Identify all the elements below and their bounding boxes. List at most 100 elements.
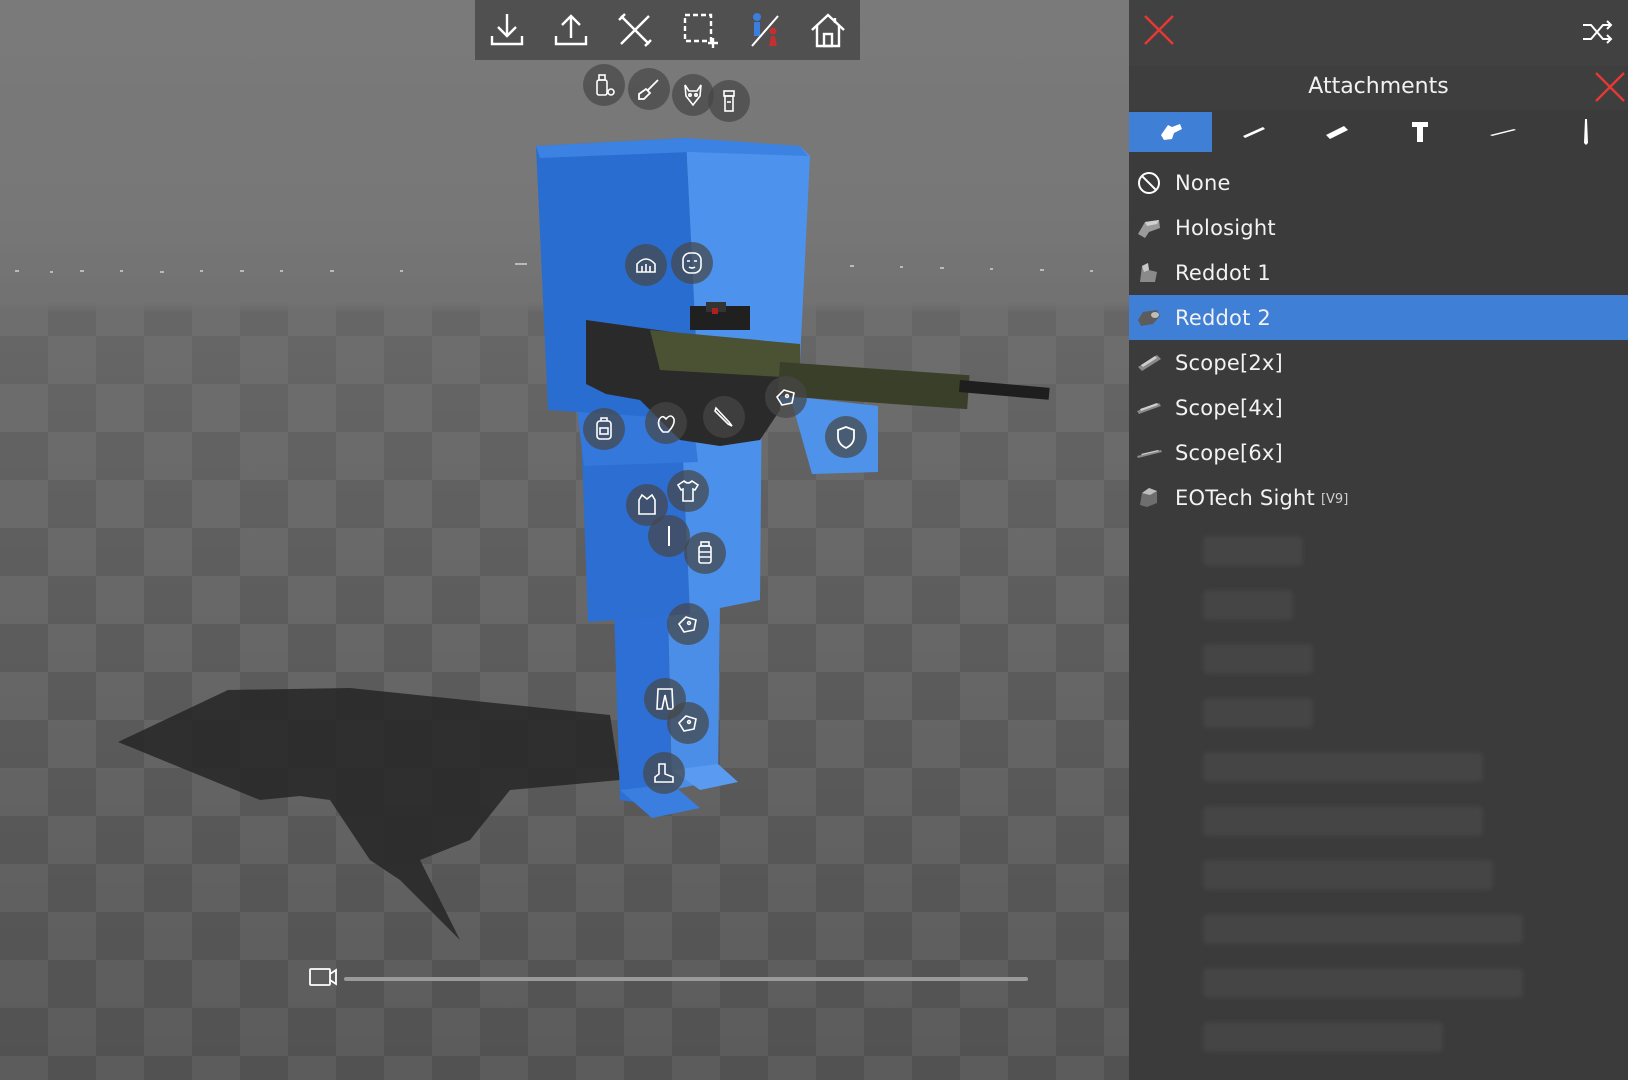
bottle-gear-icon (596, 74, 615, 96)
reddot-icon (1140, 262, 1157, 282)
tab-barrel[interactable] (1212, 112, 1295, 152)
none-icon (1138, 171, 1160, 194)
item-label: Holosight (1175, 215, 1276, 240)
reddot-icon (1138, 309, 1160, 326)
scope-icon (1138, 354, 1161, 371)
blurred-row (1203, 914, 1523, 944)
tab-rail[interactable] (1462, 112, 1545, 152)
select-button[interactable] (676, 6, 724, 54)
scope-icon (1137, 449, 1162, 458)
item-version-tag: [V9] (1320, 492, 1349, 507)
hotspot-tag[interactable] (765, 376, 807, 418)
shuffle-icon (1583, 20, 1613, 44)
tag-icon (677, 616, 697, 633)
panel-title: Attachments (1308, 74, 1449, 99)
tab-bayonet[interactable] (1545, 112, 1628, 152)
hotspot-flashlight[interactable] (708, 80, 750, 122)
hotspot-canister[interactable] (684, 532, 726, 574)
grip-attachment-icon (1412, 122, 1429, 142)
gender-button[interactable] (740, 6, 788, 54)
blurred-row (1203, 752, 1483, 782)
blurred-row (1203, 590, 1293, 620)
barrel-attachment-icon (1242, 127, 1265, 138)
3d-viewport[interactable] (0, 0, 1129, 1080)
tab-muzzle[interactable] (1295, 112, 1378, 152)
glove-icon (657, 415, 675, 433)
hotspot-backpack[interactable] (583, 408, 625, 450)
gender-swap-icon (750, 13, 779, 47)
tag-icon (775, 389, 795, 406)
scene-render (15, 138, 1093, 940)
baton-icon (668, 526, 670, 546)
hotspot-leg-tag[interactable] (667, 603, 709, 645)
scope-icon (1137, 402, 1161, 414)
hotspot-gloves[interactable] (645, 402, 687, 444)
panel-close-button[interactable] (1591, 68, 1628, 106)
list-item-holosight[interactable]: Holosight (1129, 205, 1628, 250)
tab-sight[interactable] (1129, 112, 1213, 152)
blurred-row (1203, 536, 1303, 566)
close-button[interactable] (1137, 8, 1181, 52)
muzzle-attachment-icon (1325, 126, 1348, 139)
home-button[interactable] (804, 6, 852, 54)
import-button[interactable] (483, 6, 531, 54)
crossed-tools-icon (618, 13, 653, 47)
holosight-icon (1138, 219, 1160, 238)
flashlight-icon (723, 90, 735, 112)
hotspot-accessory-left[interactable] (583, 64, 625, 106)
hotspot-leg-tag-2[interactable] (667, 702, 709, 744)
tag-icon (677, 715, 697, 732)
attachments-panel: Attachments None Holosight Reddot 1 Redd… (1129, 0, 1628, 1080)
blurred-row (1203, 1022, 1443, 1052)
item-label: Scope[4x] (1175, 395, 1283, 420)
close-icon (1595, 72, 1625, 102)
eotech-icon (1140, 487, 1157, 507)
home-icon (811, 13, 845, 48)
timeline-thumb[interactable] (308, 966, 338, 988)
item-label: Reddot 1 (1175, 260, 1271, 285)
hotspot-shield[interactable] (825, 416, 867, 458)
camera-icon (309, 968, 337, 986)
list-item-reddot-1[interactable]: Reddot 1 (1129, 250, 1628, 295)
list-item-eotech-sight[interactable]: EOTech Sight [V9] (1129, 475, 1628, 520)
hotspot-boots[interactable] (643, 752, 685, 794)
tab-grip[interactable] (1379, 112, 1462, 152)
list-item-scope-6x[interactable]: Scope[6x] (1129, 430, 1628, 475)
item-label: Scope[2x] (1175, 350, 1283, 375)
list-item-scope-4x[interactable]: Scope[4x] (1129, 385, 1628, 430)
list-item-none[interactable]: None (1129, 160, 1628, 205)
item-label: EOTech Sight (1175, 485, 1315, 510)
download-icon (490, 14, 524, 46)
list-item-scope-2x[interactable]: Scope[2x] (1129, 340, 1628, 385)
close-icon (1144, 15, 1174, 45)
blurred-row (1203, 968, 1523, 998)
animation-timeline[interactable] (308, 966, 1028, 992)
blurred-row (1203, 860, 1493, 890)
panel-header: Attachments (1129, 66, 1628, 110)
vest-icon (638, 493, 656, 515)
hotspot-shirt[interactable] (667, 470, 709, 512)
helmet-icon (636, 258, 656, 273)
shirt-icon (676, 479, 700, 502)
face-icon (682, 252, 702, 274)
export-button[interactable] (547, 6, 595, 54)
item-label: Reddot 2 (1175, 305, 1271, 330)
hotspot-face[interactable] (671, 242, 713, 284)
main-toolbar (475, 0, 860, 60)
upload-icon (555, 14, 588, 46)
paint-brush-icon (638, 79, 659, 100)
blurred-row (1203, 698, 1313, 728)
tools-button[interactable] (611, 6, 659, 54)
panel-top-bar (1129, 0, 1628, 66)
timeline-track[interactable] (344, 977, 1028, 981)
hotspot-knife[interactable] (703, 396, 745, 438)
bayonet-attachment-icon (1584, 119, 1589, 145)
list-item-reddot-2[interactable]: Reddot 2 (1129, 295, 1628, 340)
hotspot-helmet[interactable] (625, 244, 667, 286)
attachment-list: None Holosight Reddot 1 Reddot 2 Scope[2… (1129, 160, 1628, 520)
blurred-row (1203, 644, 1313, 674)
shuffle-button[interactable] (1576, 10, 1620, 54)
hotspot-paint[interactable] (628, 68, 670, 110)
sight-attachment-icon (1160, 124, 1182, 140)
blurred-row (1203, 806, 1483, 836)
